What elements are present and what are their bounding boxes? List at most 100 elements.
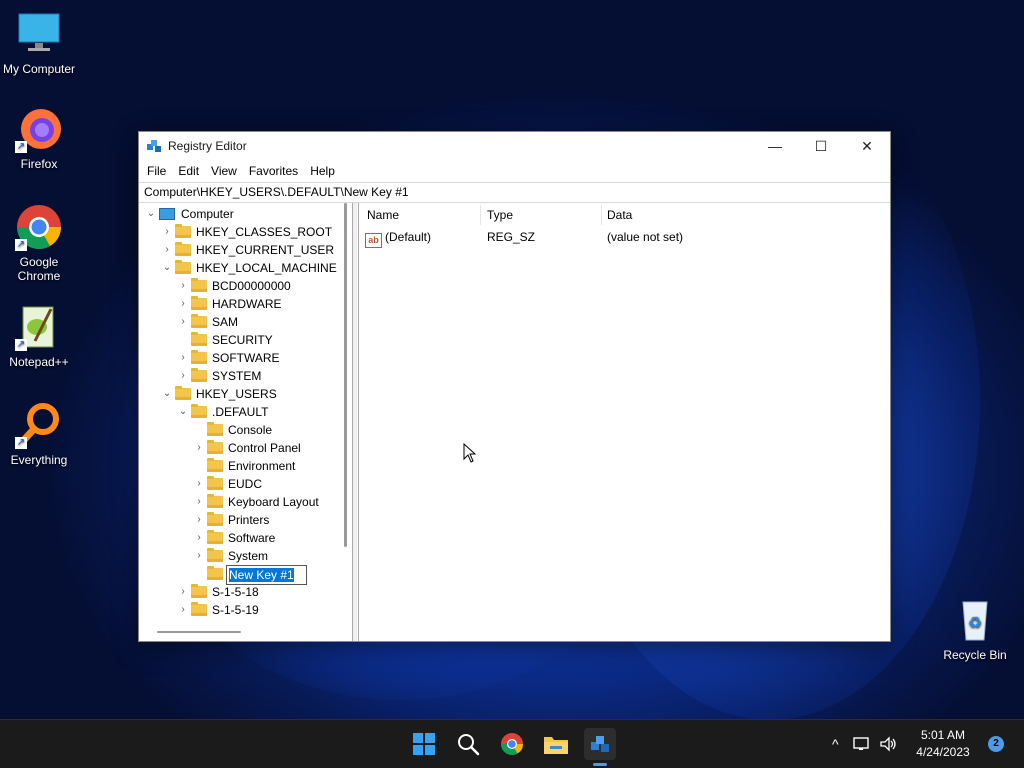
desktop-icon-chrome[interactable]: ↗ Google Chrome <box>0 203 81 283</box>
expand-chevron-icon[interactable]: › <box>177 583 189 601</box>
system-tray: ^ <box>832 720 897 768</box>
tree-item-label: S-1-5-18 <box>212 585 259 599</box>
folder-icon <box>207 512 223 526</box>
computer-icon <box>159 208 175 220</box>
folder-icon <box>191 584 207 598</box>
folder-icon <box>175 260 191 274</box>
folder-icon <box>191 350 207 364</box>
expand-chevron-icon[interactable]: › <box>193 493 205 511</box>
tree-item-label: HKEY_CURRENT_USER <box>196 243 335 257</box>
values-list[interactable]: Name Type Data ab (Default) REG_SZ (value… <box>358 203 890 641</box>
clock-time: 5:01 AM <box>920 728 966 742</box>
start-button[interactable] <box>408 728 440 760</box>
tree-vertical-scrollbar[interactable] <box>344 203 347 547</box>
menu-edit[interactable]: Edit <box>172 164 205 178</box>
svg-text:♻: ♻ <box>968 613 982 632</box>
tree-item-label: HKEY_CLASSES_ROOT <box>196 225 333 239</box>
value-row-type: REG_SZ <box>487 230 536 244</box>
rename-input-text[interactable]: New Key #1 <box>229 568 294 582</box>
search-icon <box>458 734 480 756</box>
expand-chevron-icon[interactable]: › <box>177 295 189 313</box>
collapse-chevron-icon[interactable]: ⌄ <box>177 403 189 421</box>
expand-chevron-icon[interactable]: › <box>177 367 189 385</box>
maximize-button[interactable]: ☐ <box>798 132 844 160</box>
close-button[interactable]: ✕ <box>844 132 890 160</box>
chrome-icon: ↗ <box>15 203 63 251</box>
folder-icon <box>191 602 207 616</box>
notification-badge[interactable]: 2 <box>988 736 1004 752</box>
expand-chevron-icon[interactable]: › <box>177 313 189 331</box>
search-button[interactable] <box>452 728 484 760</box>
collapse-chevron-icon[interactable]: ⌄ <box>161 385 173 403</box>
value-row-name[interactable]: ab (Default) <box>365 228 431 248</box>
column-header-type[interactable]: Type <box>487 206 513 224</box>
expand-chevron-icon[interactable]: › <box>177 349 189 367</box>
desktop-icon-everything[interactable]: ↗ Everything <box>0 401 81 467</box>
minimize-button[interactable]: — <box>752 132 798 160</box>
tree-item-label: Console <box>228 423 273 437</box>
volume-icon[interactable] <box>879 736 897 752</box>
tree-item-label: Keyboard Layout <box>228 495 319 509</box>
collapse-chevron-icon[interactable]: ⌄ <box>161 259 173 277</box>
column-header-data[interactable]: Data <box>607 206 632 224</box>
tree-horizontal-scrollbar[interactable] <box>157 631 241 633</box>
menu-help[interactable]: Help <box>304 164 341 178</box>
desktop-icon-firefox[interactable]: ↗ Firefox <box>0 105 81 171</box>
rename-input[interactable]: New Key #1 <box>226 565 307 585</box>
desktop-icon-my-computer[interactable]: My Computer <box>0 10 81 76</box>
panes: ⌄ Computer › HKEY_CLASSES_ROOT › HKEY_CURRE… <box>139 203 890 641</box>
column-divider[interactable] <box>601 205 602 225</box>
expand-chevron-icon[interactable]: › <box>177 601 189 619</box>
taskbar-file-explorer-button[interactable] <box>540 728 572 760</box>
expand-chevron-icon[interactable]: › <box>161 223 173 241</box>
shortcut-arrow-icon: ↗ <box>15 239 27 251</box>
tree-item-label: Software <box>228 531 276 545</box>
mouse-cursor-icon <box>463 442 477 466</box>
column-header-name[interactable]: Name <box>367 206 399 224</box>
taskbar-registry-editor-button[interactable] <box>584 728 616 760</box>
desktop-icon-notepadpp[interactable]: ↗ Notepad++ <box>0 303 81 369</box>
tree-item-label: Environment <box>228 459 296 473</box>
title-bar[interactable]: Registry Editor — ☐ ✕ <box>139 132 890 160</box>
menu-favorites[interactable]: Favorites <box>243 164 304 178</box>
expand-chevron-icon[interactable]: › <box>161 241 173 259</box>
expand-chevron-icon[interactable]: › <box>193 511 205 529</box>
value-row-data: (value not set) <box>607 230 684 244</box>
taskbar-chrome-button[interactable] <box>496 728 528 760</box>
desktop-icon-label: Notepad++ <box>9 355 69 369</box>
column-divider[interactable] <box>480 205 481 225</box>
tree-item-label: Printers <box>228 513 270 527</box>
shortcut-arrow-icon: ↗ <box>15 339 27 351</box>
tree-item-label: EUDC <box>228 477 263 491</box>
expand-chevron-icon[interactable]: › <box>193 475 205 493</box>
firefox-icon: ↗ <box>15 105 63 153</box>
address-bar[interactable]: Computer\HKEY_USERS\.DEFAULT\New Key #1 <box>139 182 890 203</box>
expand-chevron-icon[interactable]: › <box>193 529 205 547</box>
tree-item-label: System <box>228 549 269 563</box>
show-hidden-icons-chevron[interactable]: ^ <box>832 736 839 752</box>
key-tree[interactable]: ⌄ Computer › HKEY_CLASSES_ROOT › HKEY_CURRE… <box>139 203 353 641</box>
expand-chevron-icon[interactable]: › <box>177 277 189 295</box>
menu-view[interactable]: View <box>205 164 243 178</box>
folder-icon <box>191 332 207 346</box>
folder-icon <box>191 368 207 382</box>
monitor-icon <box>15 10 63 58</box>
menu-bar: File Edit View Favorites Help <box>139 160 890 182</box>
expand-chevron-icon[interactable]: › <box>193 439 205 457</box>
desktop-icon-label: Everything <box>10 453 68 467</box>
pane-splitter[interactable] <box>353 203 357 641</box>
recycle-bin-icon: ♻ <box>951 596 999 644</box>
desktop-icon-recycle-bin[interactable]: ♻ Recycle Bin <box>933 596 1017 662</box>
tree-item-label: S-1-5-19 <box>212 603 259 617</box>
menu-file[interactable]: File <box>141 164 172 178</box>
tree-item-label: SOFTWARE <box>212 351 280 365</box>
network-icon[interactable] <box>852 736 871 752</box>
search-magnifier-icon: ↗ <box>15 401 63 449</box>
string-value-icon: ab <box>365 233 382 248</box>
clock[interactable]: 5:01 AM 4/24/2023 <box>908 727 978 761</box>
collapse-chevron-icon[interactable]: ⌄ <box>145 205 157 223</box>
tree-item-label: SYSTEM <box>212 369 262 383</box>
expand-chevron-icon[interactable]: › <box>193 547 205 565</box>
